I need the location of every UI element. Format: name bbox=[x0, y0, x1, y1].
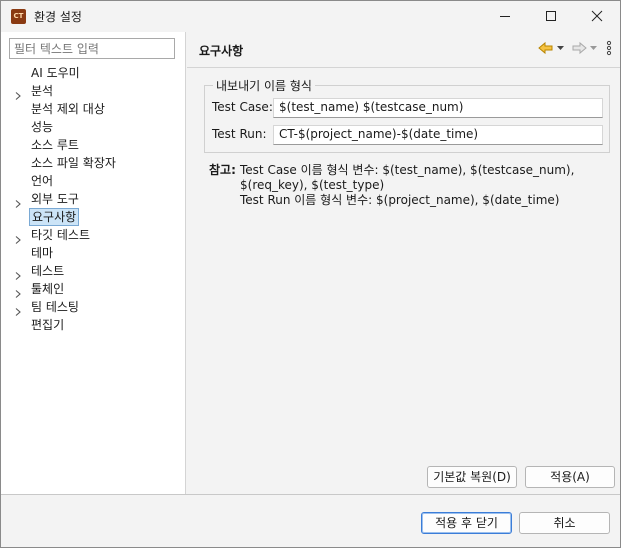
tree-item[interactable]: 소스 루트 bbox=[1, 136, 185, 154]
tree-item[interactable]: 테마 bbox=[1, 244, 185, 262]
chevron-right-icon[interactable] bbox=[14, 87, 22, 100]
preferences-window: CT 환경 설정 AI 도우미분석분석 제외 대상성능소스 루트소스 파일 확장… bbox=[0, 0, 621, 548]
tree-item-label: AI 도우미 bbox=[31, 66, 80, 80]
tree-item[interactable]: 언어 bbox=[1, 172, 185, 190]
page-title: 요구사항 bbox=[199, 44, 244, 58]
vertical-ellipsis-icon[interactable] bbox=[606, 40, 612, 59]
close-button[interactable] bbox=[574, 1, 620, 31]
tree-item-label: 요구사항 bbox=[29, 208, 80, 226]
note-line: $(req_key), $(test_type) bbox=[240, 178, 385, 192]
page-nav-toolbar bbox=[538, 40, 612, 58]
test-run-label: Test Run: bbox=[212, 127, 267, 141]
filter-input[interactable] bbox=[9, 38, 175, 59]
preference-tree-panel: AI 도우미분석분석 제외 대상성능소스 루트소스 파일 확장자언어외부 도구요… bbox=[1, 32, 186, 494]
tree-item-label: 툴체인 bbox=[31, 282, 65, 296]
tree-item-label: 타깃 테스트 bbox=[31, 228, 91, 242]
maximize-button[interactable] bbox=[528, 1, 574, 31]
chevron-right-icon[interactable] bbox=[14, 285, 22, 298]
tree-item[interactable]: 편집기 bbox=[1, 316, 185, 334]
tree-item-label: 테스트 bbox=[31, 264, 65, 278]
preference-page: 요구사항 내보내기 이름 형식 Test Case: $(test_name) … bbox=[187, 32, 620, 494]
tree-item[interactable]: 테스트 bbox=[1, 262, 185, 280]
back-dropdown-icon[interactable] bbox=[556, 41, 565, 58]
tree-item[interactable]: 툴체인 bbox=[1, 280, 185, 298]
tree-item-label: 분석 제외 대상 bbox=[31, 102, 105, 116]
tree-item-label: 테마 bbox=[31, 246, 54, 260]
footer-divider bbox=[1, 494, 620, 495]
group-title: 내보내기 이름 형식 bbox=[213, 77, 315, 94]
minimize-icon bbox=[500, 16, 510, 17]
tree-item[interactable]: 팀 테스팅 bbox=[1, 298, 185, 316]
tree-item[interactable]: 요구사항 bbox=[1, 208, 185, 226]
test-case-row: Test Case: $(test_name) $(testcase_num) bbox=[212, 98, 603, 118]
forward-dropdown-icon[interactable] bbox=[589, 41, 598, 58]
arrow-left-icon[interactable] bbox=[538, 41, 554, 58]
tree-item-label: 분석 bbox=[31, 84, 54, 98]
title-bar: CT 환경 설정 bbox=[1, 1, 620, 31]
window-title: 환경 설정 bbox=[34, 10, 82, 24]
preference-tree: AI 도우미분석분석 제외 대상성능소스 루트소스 파일 확장자언어외부 도구요… bbox=[1, 64, 185, 334]
arrow-right-icon[interactable] bbox=[571, 41, 587, 58]
apply-and-close-button[interactable]: 적용 후 닫기 bbox=[421, 512, 512, 534]
app-icon: CT bbox=[11, 9, 26, 24]
restore-defaults-button[interactable]: 기본값 복원(D) bbox=[427, 466, 517, 488]
tree-item[interactable]: 외부 도구 bbox=[1, 190, 185, 208]
test-run-row: Test Run: CT-$(project_name)-$(date_time… bbox=[212, 125, 603, 145]
tree-item[interactable]: 성능 bbox=[1, 118, 185, 136]
tree-item-label: 성능 bbox=[31, 120, 54, 134]
minimize-button[interactable] bbox=[482, 1, 528, 31]
tree-item-label: 팀 테스팅 bbox=[31, 300, 79, 314]
tree-item[interactable]: AI 도우미 bbox=[1, 64, 185, 82]
chevron-right-icon[interactable] bbox=[14, 303, 22, 316]
chevron-right-icon[interactable] bbox=[14, 231, 22, 244]
test-run-input[interactable]: CT-$(project_name)-$(date_time) bbox=[273, 125, 603, 145]
apply-button[interactable]: 적용(A) bbox=[525, 466, 615, 488]
maximize-icon bbox=[546, 11, 556, 21]
tree-item-label: 소스 루트 bbox=[31, 138, 79, 152]
tree-item[interactable]: 타깃 테스트 bbox=[1, 226, 185, 244]
test-case-label: Test Case: bbox=[212, 100, 273, 114]
header-divider bbox=[187, 67, 620, 68]
cancel-button[interactable]: 취소 bbox=[519, 512, 610, 534]
tree-item-label: 편집기 bbox=[31, 318, 65, 332]
note-line: Test Run 이름 형식 변수: $(project_name), $(da… bbox=[240, 193, 560, 207]
tree-item-label: 외부 도구 bbox=[31, 192, 79, 206]
tree-item[interactable]: 분석 제외 대상 bbox=[1, 100, 185, 118]
tree-item-label: 언어 bbox=[31, 174, 54, 188]
tree-item-label: 소스 파일 확장자 bbox=[31, 156, 116, 170]
note-label: 참고: bbox=[209, 163, 236, 177]
chevron-right-icon[interactable] bbox=[14, 267, 22, 280]
export-name-format-group: 내보내기 이름 형식 Test Case: $(test_name) $(tes… bbox=[204, 77, 610, 153]
close-icon bbox=[591, 10, 603, 22]
tree-item[interactable]: 분석 bbox=[1, 82, 185, 100]
tree-item[interactable]: 소스 파일 확장자 bbox=[1, 154, 185, 172]
chevron-right-icon[interactable] bbox=[14, 195, 22, 208]
note-line: Test Case 이름 형식 변수: $(test_name), $(test… bbox=[240, 163, 575, 177]
test-case-input[interactable]: $(test_name) $(testcase_num) bbox=[273, 98, 603, 118]
